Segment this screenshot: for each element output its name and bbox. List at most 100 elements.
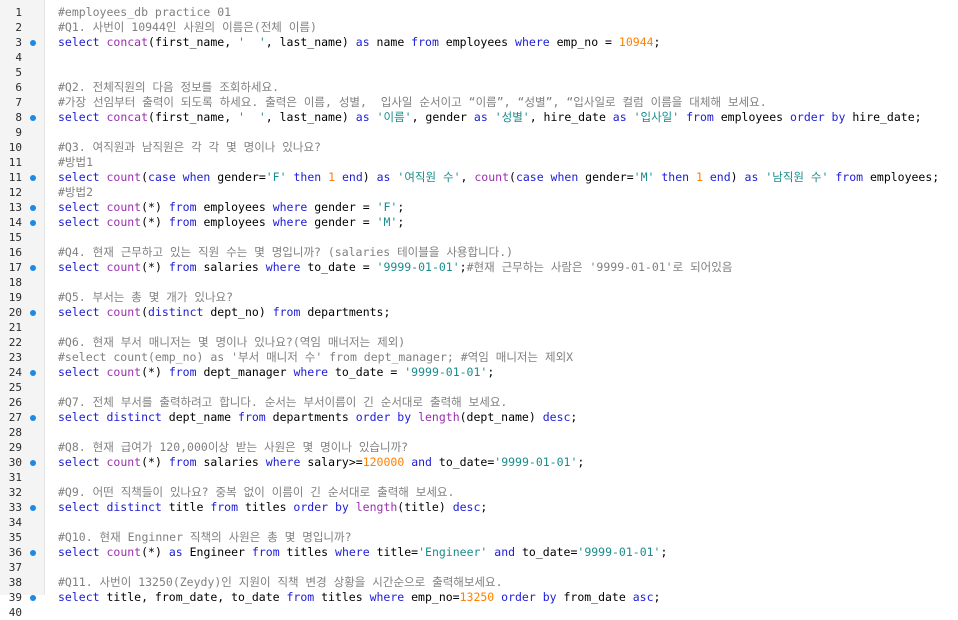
sql-keyword: select <box>58 305 100 319</box>
code-text: title, from_date, to_date <box>99 590 287 604</box>
code-lines[interactable]: 1 #employees_db practice 01 2 #Q1. 사번이 1094… <box>0 5 958 620</box>
sql-function: count <box>474 170 509 184</box>
code-line[interactable]: 15 <box>0 230 958 245</box>
code-line[interactable]: 11 #방법1 <box>0 155 958 170</box>
comment-text: #Q9. 어떤 직책들이 있나요? 중복 없이 이름이 긴 순서대로 출력해 보… <box>58 485 455 499</box>
line-code: #Q7. 전체 부서를 출력하려고 합니다. 순서는 부서이름이 긴 순서대로 … <box>58 395 507 410</box>
code-text: departments <box>265 410 356 424</box>
code-line[interactable]: 17 select count(*) from salaries where to… <box>0 260 958 275</box>
code-text: dept_manager <box>196 365 294 379</box>
code-line[interactable]: 33 select distinct title from titles orde… <box>0 500 958 515</box>
sql-editor[interactable]: 1 #employees_db practice 01 2 #Q1. 사번이 1094… <box>0 0 958 619</box>
statement-marker-icon[interactable] <box>30 115 36 121</box>
code-line[interactable]: 40 <box>0 605 958 620</box>
code-line[interactable]: 6 #Q2. 전체직원의 다음 정보를 조회하세요. <box>0 80 958 95</box>
code-text: emp_no = <box>549 35 619 49</box>
string-literal: 'F' <box>265 170 287 184</box>
line-number: 29 <box>8 441 22 454</box>
code-line[interactable]: 12 #방법2 <box>0 185 958 200</box>
code-line[interactable]: 36 select count(*) as Engineer from title… <box>0 545 958 560</box>
statement-marker-icon[interactable] <box>30 310 36 316</box>
code-line[interactable]: 5 <box>0 65 958 80</box>
statement-marker-icon[interactable] <box>30 175 36 181</box>
statement-marker-icon[interactable] <box>30 265 36 271</box>
code-line[interactable]: 8 select concat(first_name, ' ', last_nam… <box>0 110 958 125</box>
statement-marker-icon[interactable] <box>30 40 36 46</box>
line-number: 34 <box>8 516 22 529</box>
code-line[interactable]: 3 select concat(first_name, ' ', last_nam… <box>0 35 958 50</box>
statement-marker-icon[interactable] <box>30 205 36 211</box>
line-code: select count(*) from employees where gen… <box>58 200 404 215</box>
sql-function: count <box>106 170 142 184</box>
comment-text: #현재 근무하는 사람은 '9999-01-01'로 되어있음 <box>466 260 733 274</box>
comment-text: #Q5. 부서는 총 몇 개가 있나요? <box>58 290 234 304</box>
sql-keyword: from <box>835 170 864 184</box>
code-line[interactable]: 10 #Q3. 여직원과 남직원은 각 각 몇 명이나 있나요? <box>0 140 958 155</box>
sql-keyword: distinct <box>148 305 204 319</box>
code-line[interactable]: 23 #select count(emp_no) as '부서 매니저 수' fr… <box>0 350 958 365</box>
code-text: hire_date; <box>845 110 922 124</box>
line-code: #방법2 <box>58 185 93 200</box>
code-line[interactable]: 39 select title, from_date, to_date from … <box>0 590 958 605</box>
line-number: 4 <box>15 51 22 64</box>
code-line[interactable]: 29 #Q8. 현재 급여가 120,000이상 받는 사원은 몇 명이나 있습니… <box>0 440 958 455</box>
code-line[interactable]: 32 #Q9. 어떤 직책들이 있나요? 중복 없이 이름이 긴 순서대로 출력해… <box>0 485 958 500</box>
code-line[interactable]: 35 #Q10. 현재 Enginner 직책의 사원은 총 몇 명입니까? <box>0 530 958 545</box>
code-line[interactable]: 25 <box>0 380 958 395</box>
statement-marker-icon[interactable] <box>30 220 36 226</box>
statement-marker-icon[interactable] <box>30 460 36 466</box>
statement-marker-icon[interactable] <box>30 505 36 511</box>
code-line[interactable]: 31 <box>0 470 958 485</box>
sql-keyword: select <box>58 590 100 604</box>
code-line[interactable]: 18 <box>0 275 958 290</box>
code-line[interactable]: 22 #Q6. 현재 부서 매니저는 몇 명이나 있나요?(역임 매너저는 제외) <box>0 335 958 350</box>
line-code: #Q6. 현재 부서 매니저는 몇 명이나 있나요?(역임 매너저는 제외) <box>58 335 405 350</box>
comment-text: #방법1 <box>58 155 94 169</box>
code-line[interactable]: 38 #Q11. 사번이 13250(Zeydy)인 지원이 직책 변경 상황을 … <box>0 575 958 590</box>
statement-marker-icon[interactable] <box>30 415 36 421</box>
line-number: 28 <box>8 426 22 439</box>
line-code: select count(*) from salaries where to_d… <box>58 260 732 275</box>
code-text: (*) <box>141 455 169 469</box>
line-number: 23 <box>8 351 22 364</box>
code-line[interactable]: 24 select count(*) from dept_manager wher… <box>0 365 958 380</box>
sql-keyword: desc <box>452 500 481 514</box>
sql-keyword: from <box>168 215 197 229</box>
code-line[interactable]: 37 <box>0 560 958 575</box>
code-text: employees <box>713 110 790 124</box>
code-line[interactable]: 1 #employees_db practice 01 <box>0 5 958 20</box>
statement-marker-icon[interactable] <box>30 370 36 376</box>
code-line[interactable]: 28 <box>0 425 958 440</box>
statement-marker-icon[interactable] <box>30 595 36 601</box>
string-literal: ' ' <box>238 35 266 49</box>
sql-keyword: case when <box>515 170 579 184</box>
sql-keyword: where <box>265 260 301 274</box>
string-literal: 'Engineer' <box>418 545 488 559</box>
code-line[interactable]: 30 select count(*) from salaries where sa… <box>0 455 958 470</box>
code-line[interactable]: 4 <box>0 50 958 65</box>
code-line[interactable]: 11 select count(case when gender='F' then… <box>0 170 958 185</box>
code-text: ; <box>660 545 668 559</box>
code-line[interactable]: 26 #Q7. 전체 부서를 출력하려고 합니다. 순서는 부서이름이 긴 순서대… <box>0 395 958 410</box>
sql-keyword: select distinct <box>58 410 162 424</box>
line-number: 18 <box>8 276 22 289</box>
code-line[interactable]: 21 <box>0 320 958 335</box>
code-line[interactable]: 20 select count(distinct dept_no) from de… <box>0 305 958 320</box>
code-line[interactable]: 19 #Q5. 부서는 총 몇 개가 있나요? <box>0 290 958 305</box>
code-line[interactable]: 14 select count(*) from employees where g… <box>0 215 958 230</box>
sql-keyword: order by <box>355 410 412 424</box>
code-line[interactable]: 13 select count(*) from employees where g… <box>0 200 958 215</box>
sql-keyword: asc <box>632 590 654 604</box>
code-line[interactable]: 2 #Q1. 사번이 10944인 사원의 이름은(전체 이름) <box>0 20 958 35</box>
code-line[interactable]: 27 select distinct dept_name from departm… <box>0 410 958 425</box>
line-code: #employees_db practice 01 <box>58 5 231 20</box>
code-line[interactable]: 16 #Q4. 현재 근무하고 있는 직원 수는 몇 명입니까? (salarie… <box>0 245 958 260</box>
code-text: (*) <box>141 545 169 559</box>
statement-marker-icon[interactable] <box>30 550 36 556</box>
code-line[interactable]: 34 <box>0 515 958 530</box>
code-text: to_date = <box>328 365 405 379</box>
sql-keyword: select <box>58 35 100 49</box>
code-line[interactable]: 7 #가장 선임부터 출력이 되도록 하세요. 출력은 이름, 성별, 입사일 순… <box>0 95 958 110</box>
string-literal: '남직원 수' <box>765 170 829 184</box>
code-line[interactable]: 9 <box>0 125 958 140</box>
